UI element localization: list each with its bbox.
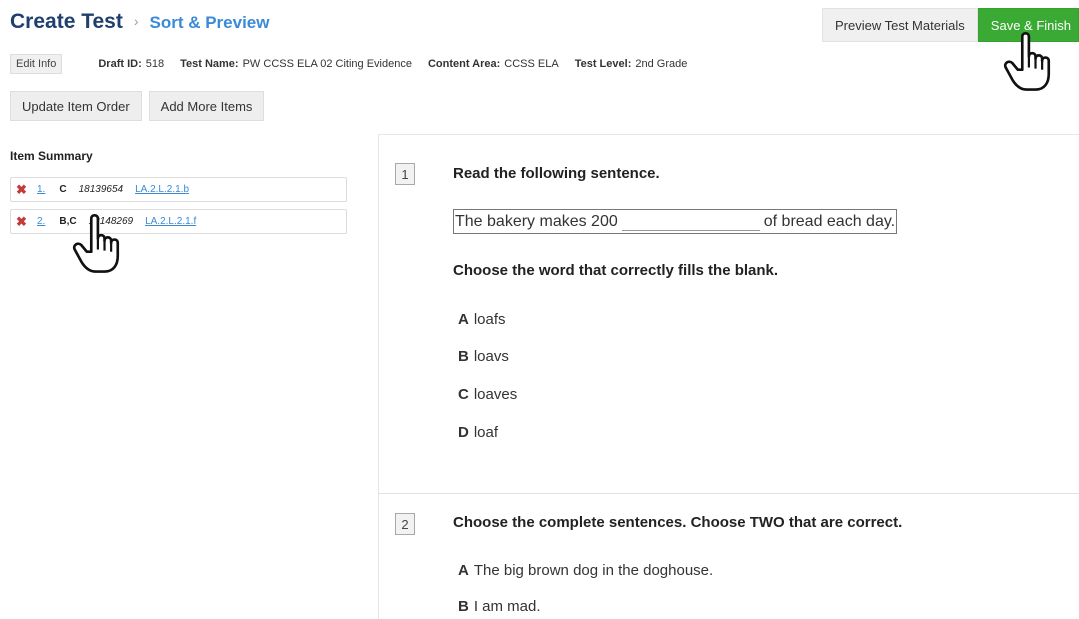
choice-text: loaf xyxy=(473,424,499,441)
summary-item[interactable]: ✖ 2. B,C 18148269 LA.2.L.2.1.f xyxy=(10,209,347,234)
hand-pointer-cursor-icon xyxy=(72,214,120,273)
answer-choice: BI am mad. xyxy=(458,598,541,615)
choice-text: loaves xyxy=(473,386,518,403)
question-passage: The bakery makes 200 of bread each day. xyxy=(453,209,898,234)
test-preview-panel: 1 Read the following sentence. The baker… xyxy=(378,134,1079,619)
breadcrumb-chevron-icon: › xyxy=(133,13,139,29)
answer-choice: Aloafs xyxy=(458,311,506,328)
item-summary-list: ✖ 1. C 18139654 LA.2.L.2.1.b ✖ 2. B,C 18… xyxy=(10,177,347,241)
question-instruction: Choose the word that correctly fills the… xyxy=(453,262,779,279)
item-number-link[interactable]: 2. xyxy=(37,216,45,227)
preview-test-materials-button[interactable]: Preview Test Materials xyxy=(821,8,978,42)
choice-letter: A xyxy=(458,562,469,579)
choice-letter: B xyxy=(458,598,469,615)
draft-id-value: 518 xyxy=(145,58,165,70)
item-summary-heading: Item Summary xyxy=(10,149,93,163)
page-title: Create Test xyxy=(10,10,123,33)
item-id: 18139654 xyxy=(78,184,124,195)
question-number-badge: 2 xyxy=(395,513,415,535)
passage-blank xyxy=(621,213,760,231)
test-level-label: Test Level: xyxy=(574,58,632,70)
choice-text: loafs xyxy=(473,311,506,328)
test-name-value: PW CCSS ELA 02 Citing Evidence xyxy=(242,58,412,70)
test-info-bar: Edit Info Draft ID: 518 Test Name: PW CC… xyxy=(10,54,703,74)
item-number-link[interactable]: 1. xyxy=(37,184,45,195)
choice-letter: D xyxy=(458,424,469,441)
item-actions: Update Item Order Add More Items xyxy=(10,91,271,121)
question-prompt: Read the following sentence. xyxy=(453,165,660,182)
page-subtitle: Sort & Preview xyxy=(149,13,270,32)
test-level-value: 2nd Grade xyxy=(635,58,688,70)
choice-text: loavs xyxy=(473,348,509,365)
passage-text-before: The bakery makes 200 xyxy=(455,212,618,230)
choice-text: The big brown dog in the doghouse. xyxy=(473,562,714,579)
hand-pointer-cursor-icon xyxy=(1003,32,1051,91)
choice-text: I am mad. xyxy=(473,598,541,615)
passage-text-after: of bread each day. xyxy=(763,212,896,230)
item-answer-key: C xyxy=(59,184,67,195)
delete-item-icon[interactable]: ✖ xyxy=(16,214,29,230)
answer-choice: Bloavs xyxy=(458,348,509,365)
update-item-order-button[interactable]: Update Item Order xyxy=(10,91,142,121)
choice-letter: A xyxy=(458,311,469,328)
content-area-value: CCSS ELA xyxy=(504,58,559,70)
choice-letter: C xyxy=(458,386,469,403)
answer-choice: Cloaves xyxy=(458,386,517,403)
choice-letter: B xyxy=(458,348,469,365)
item-standard-link[interactable]: LA.2.L.2.1.b xyxy=(135,184,189,195)
draft-id-label: Draft ID: xyxy=(98,58,142,70)
item-standard-link[interactable]: LA.2.L.2.1.f xyxy=(145,216,196,227)
delete-item-icon[interactable]: ✖ xyxy=(16,182,29,198)
page-header: Create Test › Sort & Preview xyxy=(10,10,270,40)
answer-choice: A The big brown dog in the doghouse. xyxy=(458,562,713,579)
summary-item[interactable]: ✖ 1. C 18139654 LA.2.L.2.1.b xyxy=(10,177,347,202)
test-name-label: Test Name: xyxy=(180,58,239,70)
content-area-label: Content Area: xyxy=(427,58,501,70)
question-number-badge: 1 xyxy=(395,163,415,185)
add-more-items-button[interactable]: Add More Items xyxy=(148,91,265,121)
edit-info-button[interactable]: Edit Info xyxy=(10,54,63,74)
question-divider xyxy=(379,493,1079,494)
answer-choice: Dloaf xyxy=(458,424,498,441)
question-prompt: Choose the complete sentences. Choose TW… xyxy=(453,514,903,531)
